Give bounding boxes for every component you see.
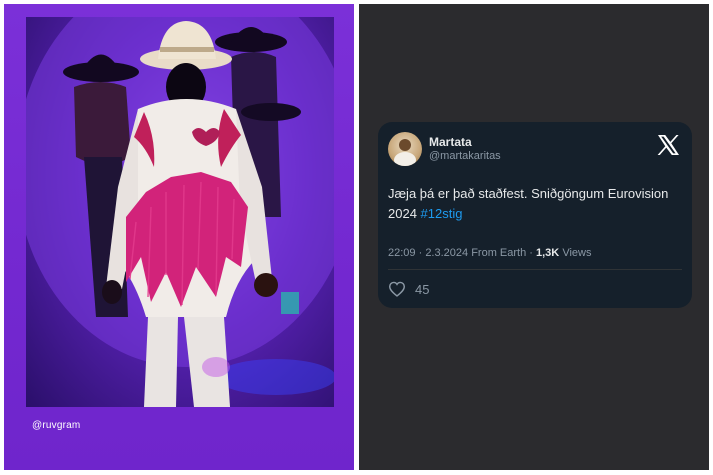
username[interactable]: @martakaritas xyxy=(429,150,501,162)
performance-photo xyxy=(26,17,334,407)
views-count: 1,3K xyxy=(536,247,560,259)
tweet-text: Jæja þá er það staðfest. Sniðgöngum Euro… xyxy=(388,184,680,224)
performance-photo-illustration xyxy=(26,17,334,407)
tweet-date[interactable]: 2.3.2024 xyxy=(425,247,468,259)
tweet-time[interactable]: 22:09 xyxy=(388,247,416,259)
tweet-card: Martata @martakaritas Jæja þá er það sta… xyxy=(378,122,692,308)
hashtag-link[interactable]: #12stig xyxy=(421,206,463,221)
tweet-screenshot-panel: Martata @martakaritas Jæja þá er það sta… xyxy=(359,4,709,470)
tweet-location: From Earth xyxy=(471,247,527,259)
views-label: Views xyxy=(562,247,592,259)
tweet-meta: 22:09 · 2.3.2024 From Earth · 1,3K Views xyxy=(388,247,592,259)
heart-icon[interactable] xyxy=(388,281,406,297)
avatar-image xyxy=(394,139,416,166)
avatar[interactable] xyxy=(388,132,422,166)
instagram-handle[interactable]: @ruvgram xyxy=(32,420,80,431)
divider xyxy=(388,269,682,270)
display-name[interactable]: Martata xyxy=(429,135,472,149)
like-count: 45 xyxy=(415,281,430,297)
story-panel: @ruvgram xyxy=(4,4,354,470)
x-logo-icon[interactable] xyxy=(656,133,680,157)
likes-row: 45 xyxy=(388,281,429,297)
